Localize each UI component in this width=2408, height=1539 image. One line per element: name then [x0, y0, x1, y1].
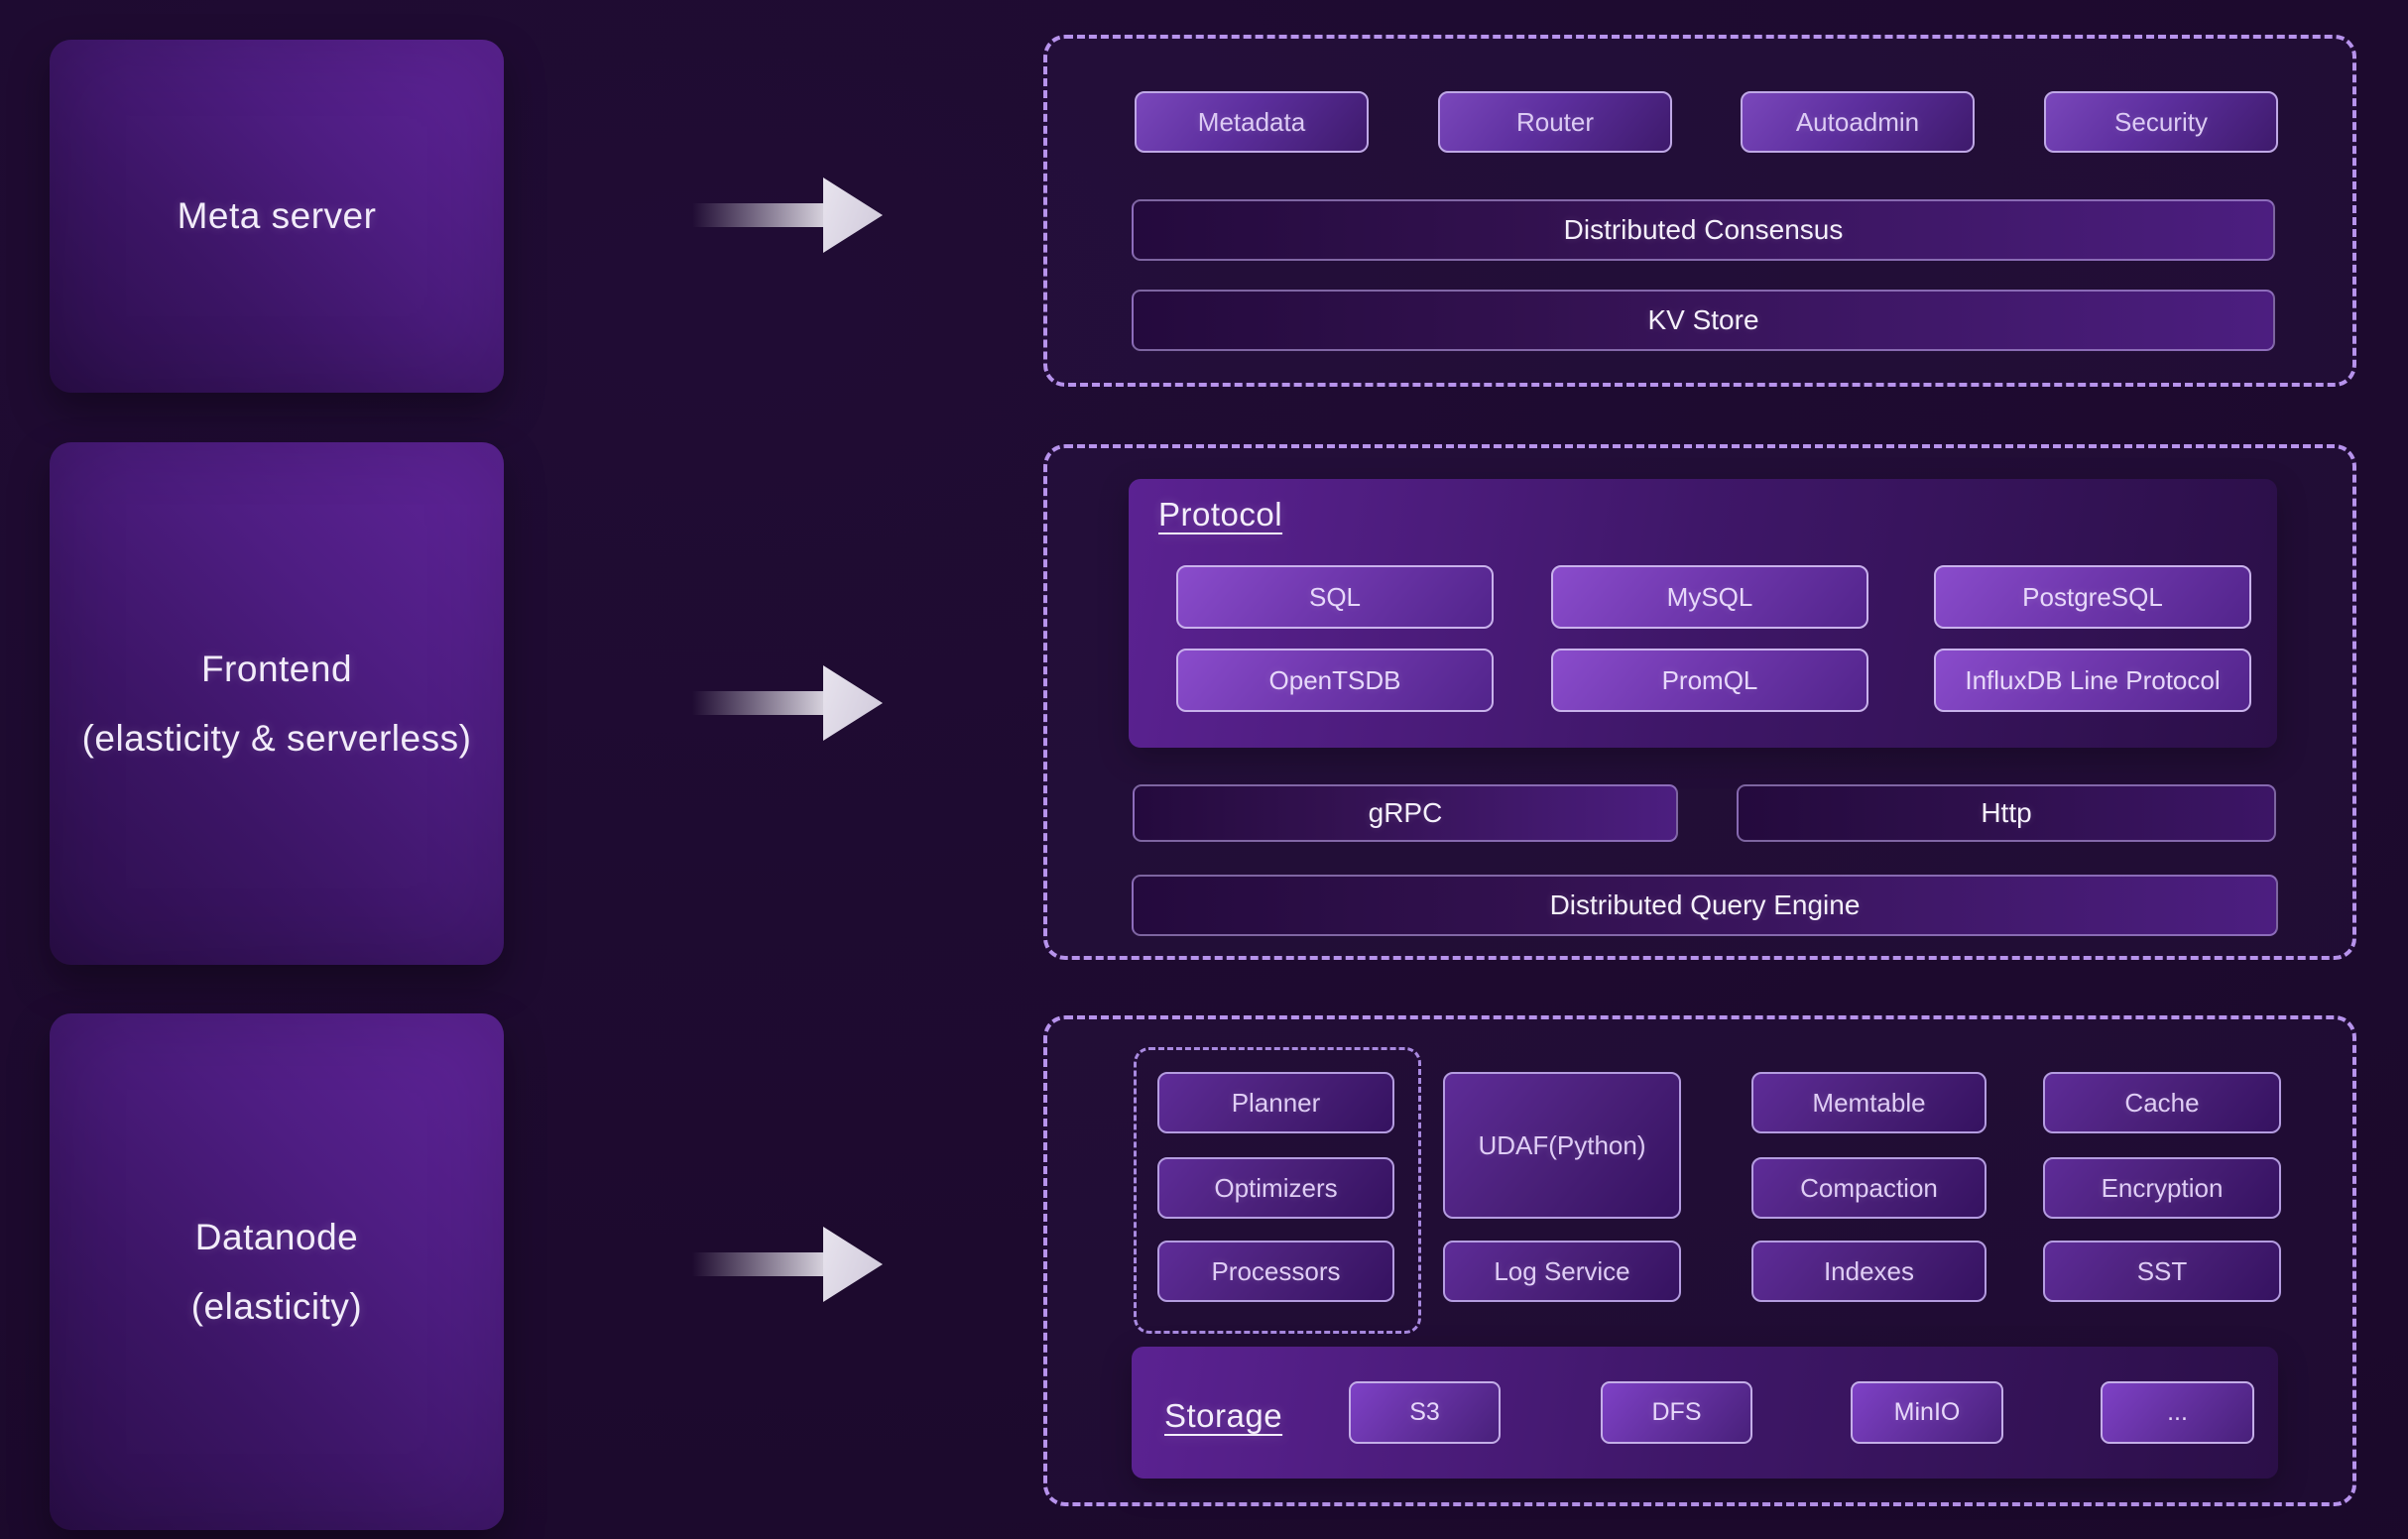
sql-block: SQL: [1176, 565, 1494, 629]
postgresql-block: PostgreSQL: [1934, 565, 2251, 629]
distributed-query-engine-bar: Distributed Query Engine: [1132, 875, 2278, 936]
influxdb-line-protocol-block: InfluxDB Line Protocol: [1934, 649, 2251, 712]
sst-block: SST: [2043, 1241, 2281, 1302]
dfs-block: DFS: [1601, 1381, 1752, 1444]
mysql-block: MySQL: [1551, 565, 1868, 629]
memtable-block: Memtable: [1751, 1072, 1987, 1133]
processors-block: Processors: [1157, 1241, 1394, 1302]
frontend-node: Frontend (elasticity & serverless): [50, 442, 504, 965]
s3-block: S3: [1349, 1381, 1501, 1444]
indexes-block: Indexes: [1751, 1241, 1987, 1302]
more-storage-block: ...: [2101, 1381, 2254, 1444]
distributed-consensus-bar: Distributed Consensus: [1132, 199, 2275, 261]
datanode-label: Datanode: [195, 1217, 358, 1258]
datanode-sublabel: (elasticity): [191, 1286, 363, 1328]
security-block: Security: [2044, 91, 2278, 153]
udaf-python-block: UDAF(Python): [1443, 1072, 1681, 1219]
meta-server-section: Metadata Router Autoadmin Security Distr…: [1043, 35, 2356, 387]
grpc-bar: gRPC: [1133, 784, 1678, 842]
planner-block: Planner: [1157, 1072, 1394, 1133]
datanode-node: Datanode (elasticity): [50, 1013, 504, 1530]
frontend-section: Protocol SQL MySQL PostgreSQL OpenTSDB P…: [1043, 444, 2356, 960]
minio-block: MinIO: [1851, 1381, 2003, 1444]
kv-store-bar: KV Store: [1132, 290, 2275, 351]
router-block: Router: [1438, 91, 1672, 153]
protocol-heading: Protocol: [1158, 496, 1282, 533]
arrow-right-icon: [692, 665, 881, 741]
arrow-right-icon: [692, 178, 881, 253]
meta-server-label: Meta server: [178, 195, 377, 237]
promql-block: PromQL: [1551, 649, 1868, 712]
architecture-diagram: Meta server Frontend (elasticity & serve…: [0, 0, 2408, 1539]
meta-server-node: Meta server: [50, 40, 504, 393]
http-bar: Http: [1737, 784, 2276, 842]
storage-heading: Storage: [1164, 1397, 1282, 1435]
compaction-block: Compaction: [1751, 1157, 1987, 1219]
metadata-block: Metadata: [1135, 91, 1369, 153]
optimizers-block: Optimizers: [1157, 1157, 1394, 1219]
encryption-block: Encryption: [2043, 1157, 2281, 1219]
datanode-section: Planner Optimizers Processors UDAF(Pytho…: [1043, 1015, 2356, 1506]
opentsdb-block: OpenTSDB: [1176, 649, 1494, 712]
log-service-block: Log Service: [1443, 1241, 1681, 1302]
cache-block: Cache: [2043, 1072, 2281, 1133]
frontend-sublabel: (elasticity & serverless): [82, 718, 472, 760]
frontend-label: Frontend: [201, 649, 352, 690]
arrow-right-icon: [692, 1227, 881, 1302]
autoadmin-block: Autoadmin: [1741, 91, 1975, 153]
